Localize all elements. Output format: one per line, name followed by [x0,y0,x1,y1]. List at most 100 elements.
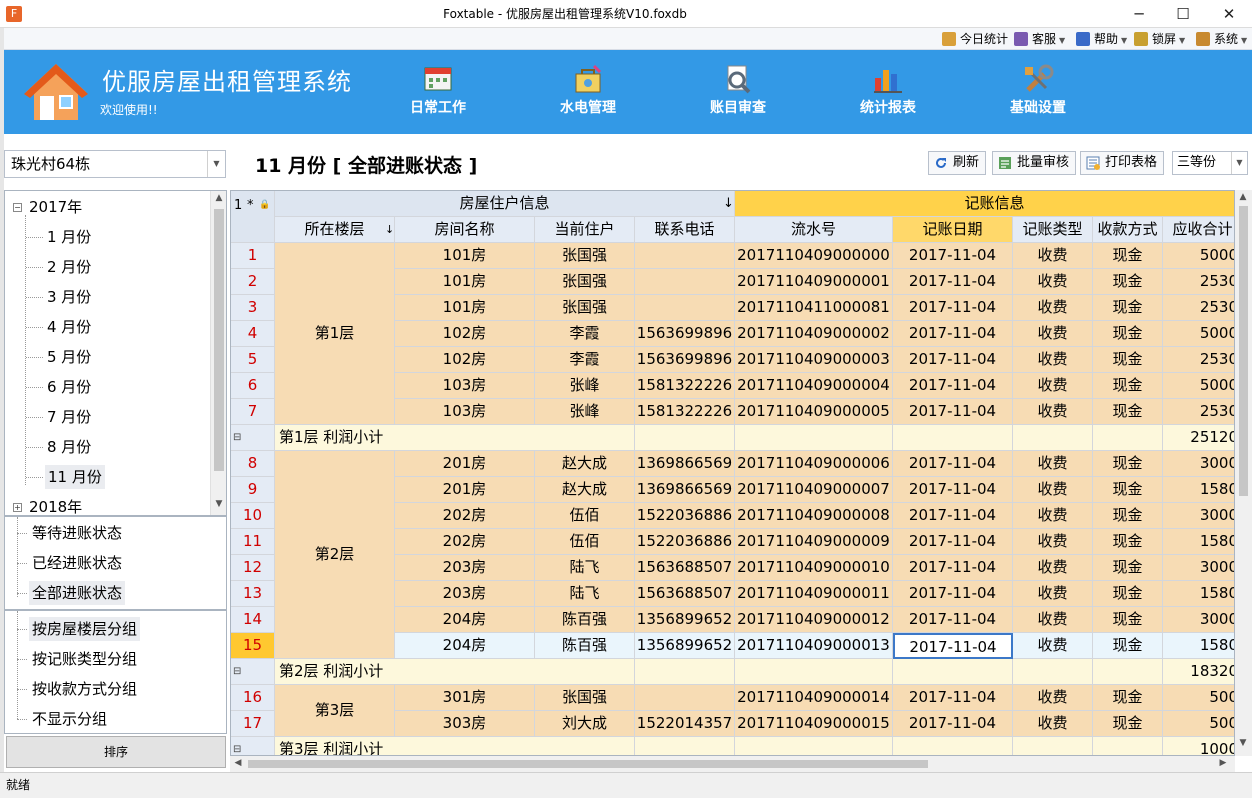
grid-cell-date[interactable]: 2017-11-04 [893,269,1013,295]
column-header[interactable]: 收款方式 [1093,217,1163,243]
grid-cell-tenant[interactable]: 刘大成 [535,711,635,737]
scroll-up-icon[interactable]: ▲ [1235,192,1251,202]
floor-group-cell[interactable]: 第1层 [275,243,395,425]
tree-node-2018[interactable]: 2018年 [29,495,82,515]
grid-cell-tenant[interactable]: 伍佰 [535,529,635,555]
scroll-right-icon[interactable]: ▶ [1215,758,1231,768]
grid-cell-phone[interactable] [635,685,735,711]
tree-expand-icon[interactable]: + [13,503,22,512]
grid-cell-tenant[interactable]: 陈百强 [535,607,635,633]
grid-cell-date[interactable]: 2017-11-04 [893,321,1013,347]
grid-cell-method[interactable]: 现金 [1093,607,1163,633]
grid-cell-tenant[interactable]: 陆飞 [535,581,635,607]
grid-cell-date[interactable]: 2017-11-04 [893,477,1013,503]
grid-cell-room[interactable]: 201房 [395,477,535,503]
grid-cell-serial[interactable]: 2017110409000012 [735,607,893,633]
grid-cell-date[interactable]: 2017-11-04 [893,607,1013,633]
grid-cell-type[interactable]: 收费 [1013,711,1093,737]
grid-cell-room[interactable]: 202房 [395,529,535,555]
grid-cell-method[interactable]: 现金 [1093,529,1163,555]
grid-cell-serial[interactable]: 2017110409000000 [735,243,893,269]
column-header[interactable]: 记账类型 [1013,217,1093,243]
tree-node-month[interactable]: 4 月份 [47,315,91,339]
row-number[interactable]: 16 [231,685,275,711]
grid-cell-method[interactable]: 现金 [1093,581,1163,607]
grid-cell-method[interactable]: 现金 [1093,711,1163,737]
nav-audit-button[interactable]: 账目审查 [688,64,788,126]
grid-cell-phone[interactable] [635,269,735,295]
grid-cell-serial[interactable]: 2017110409000007 [735,477,893,503]
chevron-down-icon[interactable]: ▼ [1231,152,1247,174]
grid-cell-type[interactable]: 收费 [1013,477,1093,503]
tree-node-2017[interactable]: 2017年 [29,195,82,219]
tree-node-month[interactable]: 1 月份 [47,225,91,249]
grid-cell-phone[interactable]: 1563699896 [635,347,735,373]
grid-cell-serial[interactable]: 2017110409000001 [735,269,893,295]
grid-cell-due[interactable]: 5000 [1163,373,1234,399]
grid-cell-date[interactable]: 2017-11-04 [893,633,1013,659]
grid-cell-method[interactable]: 现金 [1093,685,1163,711]
grid-cell-serial[interactable]: 2017110409000008 [735,503,893,529]
grid-cell-type[interactable]: 收费 [1013,633,1093,659]
grid-cell-method[interactable]: 现金 [1093,347,1163,373]
grid-cell-date[interactable]: 2017-11-04 [893,451,1013,477]
grid-cell-due[interactable]: 3000 [1163,503,1234,529]
floor-group-cell[interactable]: 第2层 [275,451,395,659]
vertical-scroll-thumb[interactable] [1239,206,1248,496]
grid-cell-tenant[interactable]: 伍佰 [535,503,635,529]
grid-cell-date[interactable]: 2017-11-04 [893,373,1013,399]
grid-cell-tenant[interactable]: 李霞 [535,347,635,373]
grid-cell-phone[interactable]: 1563688507 [635,555,735,581]
grid-cell-tenant[interactable]: 张国强 [535,685,635,711]
grid-cell-due[interactable]: 5000 [1163,321,1234,347]
grid-cell-tenant[interactable]: 赵大成 [535,477,635,503]
grid-cell-serial[interactable]: 2017110409000005 [735,399,893,425]
grid-cell-room[interactable]: 203房 [395,581,535,607]
grid-cell-method[interactable]: 现金 [1093,399,1163,425]
tree-node-month[interactable]: 11 月份 [45,465,105,489]
row-number[interactable]: 9 [231,477,275,503]
grid-cell-room[interactable]: 202房 [395,503,535,529]
scroll-up-icon[interactable]: ▲ [211,193,226,203]
grid-cell-date[interactable]: 2017-11-04 [893,347,1013,373]
row-number[interactable]: 3 [231,295,275,321]
grid-cell-date[interactable]: 2017-11-04 [893,685,1013,711]
grid-cell-phone[interactable]: 1522036886 [635,529,735,555]
grid-cell-serial[interactable]: 2017110409000015 [735,711,893,737]
grid-cell-date[interactable]: 2017-11-04 [893,581,1013,607]
grid-cell-due[interactable]: 1580 [1163,529,1234,555]
grid-cell-serial[interactable]: 2017110409000011 [735,581,893,607]
scale-select[interactable]: 三等份 ▼ [1172,151,1248,175]
status-filter-item[interactable]: 已经进账状态 [29,551,125,575]
row-number[interactable]: 15 [231,633,275,659]
row-number[interactable]: 14 [231,607,275,633]
grid-cell-serial[interactable]: 2017110409000009 [735,529,893,555]
grid-cell-room[interactable]: 101房 [395,295,535,321]
tree-node-month[interactable]: 8 月份 [47,435,91,459]
grid-cell-serial[interactable]: 2017110409000013 [735,633,893,659]
grid-cell-method[interactable]: 现金 [1093,451,1163,477]
floor-group-cell[interactable]: 第3层 [275,685,395,737]
grid-cell-type[interactable]: 收费 [1013,269,1093,295]
grid-cell-serial[interactable]: 2017110409000002 [735,321,893,347]
row-number[interactable]: 6 [231,373,275,399]
grid-cell-room[interactable]: 101房 [395,243,535,269]
grid-cell-phone[interactable]: 1522014357 [635,711,735,737]
batch-review-button[interactable]: 批量审核 [992,151,1077,175]
grid-cell-room[interactable]: 101房 [395,269,535,295]
grid-cell-tenant[interactable]: 陈百强 [535,633,635,659]
grid-cell-phone[interactable]: 1563699896 [635,321,735,347]
nav-bar-chart-button[interactable]: 统计报表 [838,64,938,126]
grid-cell-type[interactable]: 收费 [1013,607,1093,633]
grid-cell-method[interactable]: 现金 [1093,295,1163,321]
tree-node-month[interactable]: 5 月份 [47,345,91,369]
tree-scroll-thumb[interactable] [214,209,224,471]
grid-cell-type[interactable]: 收费 [1013,399,1093,425]
grid-cell-due[interactable]: 2530 [1163,269,1234,295]
menu-system[interactable]: 系统 ▼ [1196,29,1247,49]
status-filter-item[interactable]: 等待进账状态 [29,521,125,545]
row-number[interactable]: 1 [231,243,275,269]
grid-cell-phone[interactable]: 1356899652 [635,607,735,633]
grid-cell-type[interactable]: 收费 [1013,243,1093,269]
grid-cell-date[interactable]: 2017-11-04 [893,243,1013,269]
